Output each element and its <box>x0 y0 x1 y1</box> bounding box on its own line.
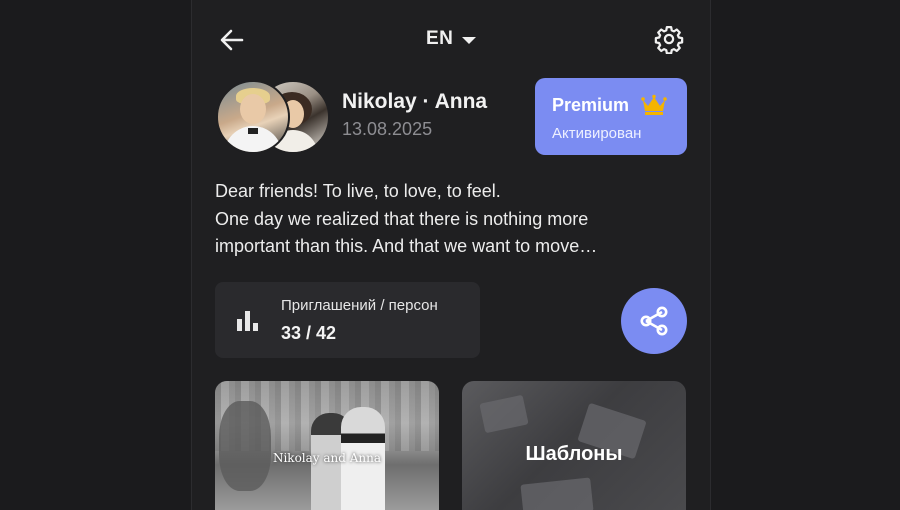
crown-icon <box>641 94 667 115</box>
invitation-preview-card[interactable]: Nikolay and Anna <box>215 381 439 510</box>
app-screen: EN Nikolay · Anna 13.08.2025 Premium Акт… <box>191 0 711 510</box>
invitation-card-title: Nikolay and Anna <box>272 451 382 465</box>
background-tree <box>219 401 271 491</box>
gear-icon <box>654 26 684 55</box>
template-sheet <box>479 394 529 434</box>
couple-names: Nikolay · Anna <box>342 90 488 113</box>
back-button[interactable] <box>218 26 246 54</box>
premium-badge[interactable]: Premium Активирован <box>535 78 687 155</box>
chevron-down-icon <box>462 36 477 44</box>
arrow-left-icon <box>220 29 244 51</box>
share-button[interactable] <box>621 288 687 354</box>
bar-chart-icon <box>237 311 258 331</box>
language-code: EN <box>426 28 454 49</box>
templates-label: Шаблоны <box>525 443 623 465</box>
premium-status: Активирован <box>552 125 642 142</box>
stats-value: 33 / 42 <box>281 323 337 343</box>
invitation-description[interactable]: Dear friends! To live, to love, to feel.… <box>215 178 675 261</box>
settings-button[interactable] <box>654 24 684 55</box>
description-line: One day we realized that there is nothin… <box>215 208 589 229</box>
event-date: 13.08.2025 <box>342 119 433 139</box>
avatar-groom <box>216 80 290 154</box>
language-selector[interactable]: EN <box>426 27 477 51</box>
templates-card[interactable]: Шаблоны <box>462 381 686 510</box>
description-line: Dear friends! To live, to love, to feel. <box>215 181 501 201</box>
couple-avatars <box>216 80 330 154</box>
stats-label: Приглашений / персон <box>281 297 438 314</box>
description-line: important than this. And that we want to… <box>215 236 598 256</box>
premium-title: Premium <box>552 95 630 115</box>
template-sheet <box>520 477 594 510</box>
invitations-stats-card[interactable]: Приглашений / персон 33 / 42 <box>215 282 480 358</box>
share-icon <box>640 306 668 336</box>
